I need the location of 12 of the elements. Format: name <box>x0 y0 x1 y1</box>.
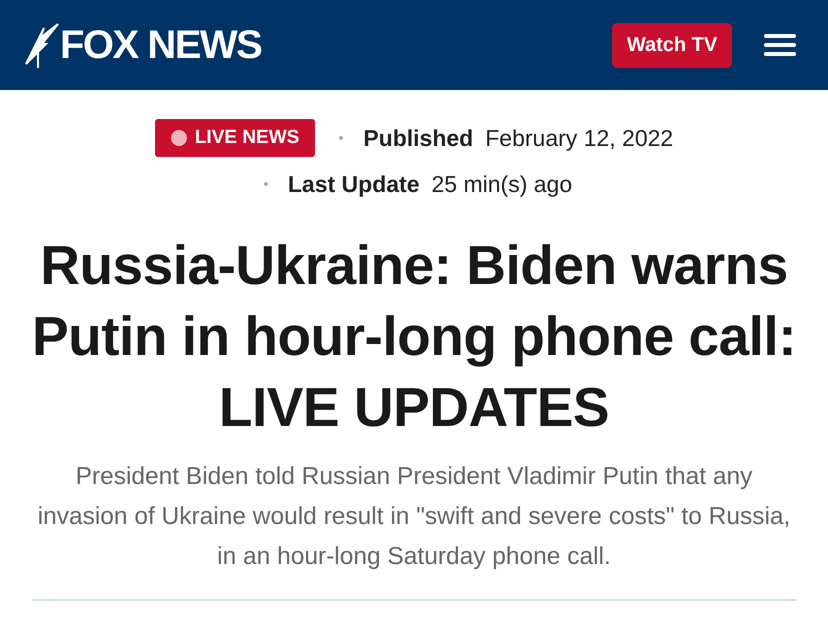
live-dot-icon <box>170 130 187 146</box>
article-headline: Russia-Ukraine: Biden warns Putin in hour-long phone call: LIVE UPDATES <box>30 233 798 440</box>
logo-icon <box>24 22 60 68</box>
published-label: Published <box>363 124 474 152</box>
site-logo[interactable]: FOX NEWS <box>60 25 262 65</box>
article-summary: President Biden told Russian President Vladimir Putin that any invasion of Ukraine would result in "swift and severe costs" to Russia, in an hour-long Saturday phone call. <box>36 462 792 572</box>
published-date: February 12, 2022 <box>485 124 674 152</box>
last-update-label: Last Update <box>288 170 420 198</box>
watch-tv-button[interactable]: Watch TV <box>612 22 732 68</box>
live-news-badge: LIVE NEWS <box>154 119 316 157</box>
menu-icon[interactable] <box>764 34 796 56</box>
last-update-time: 25 min(s) ago <box>432 170 572 198</box>
